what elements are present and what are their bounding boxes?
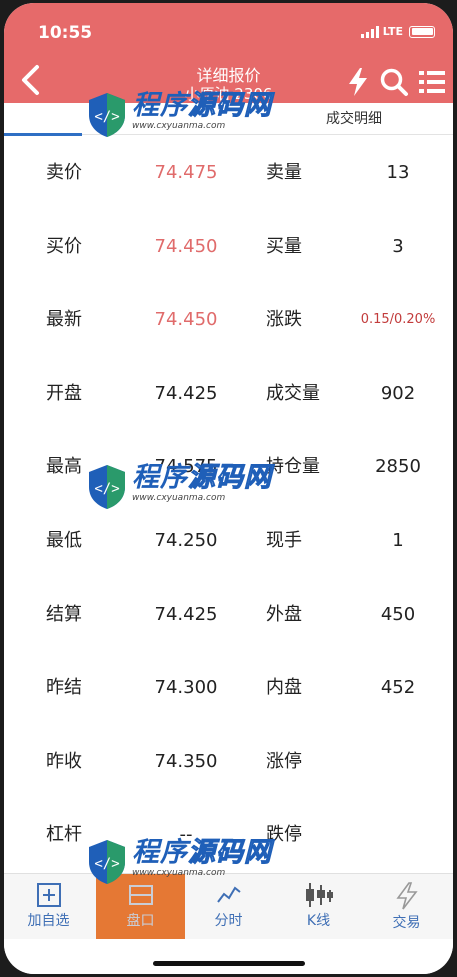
tab-add-watchlist[interactable]: 加自选 <box>4 874 93 940</box>
battery-icon <box>409 25 435 38</box>
quote-label: 成交量 <box>266 382 320 404</box>
tab-label: 加自选 <box>27 913 70 929</box>
quote-label: 外盘 <box>266 603 302 625</box>
quote-label: 涨停 <box>266 750 302 772</box>
quote-value: 2850 <box>375 456 421 478</box>
quote-value: 0.15/0.20% <box>360 312 436 328</box>
quote-value: 74.300 <box>154 677 218 699</box>
tab-trade-details[interactable]: 成交明细 <box>264 103 444 135</box>
network-label: LTE <box>382 25 403 38</box>
quote-value: 74.450 <box>154 235 218 257</box>
quote-row: 卖价 74.475 卖量 13 <box>4 136 453 210</box>
quote-value: 902 <box>380 382 416 404</box>
quote-label: 内盘 <box>266 677 302 699</box>
menu-icon[interactable] <box>418 67 446 97</box>
tab-orderbook[interactable]: 盘口 <box>96 874 185 940</box>
quote-row: 昨结 74.300 内盘 452 <box>4 651 453 725</box>
quote-row: 杠杆 -- 跌停 <box>4 798 453 872</box>
phone-screen: 10:55 LTE 详细报价 小原油 2306 成交明细 卖价 74.475 卖… <box>4 3 453 974</box>
quote-value: 74.450 <box>154 309 218 331</box>
quote-row: 结算 74.425 外盘 450 <box>4 578 453 652</box>
quote-value: 13 <box>386 162 410 183</box>
quote-label: 买量 <box>266 235 302 257</box>
quote-row: 昨收 74.350 涨停 <box>4 725 453 799</box>
home-area <box>4 939 453 974</box>
quote-label: 买价 <box>46 235 82 257</box>
quote-value <box>348 725 448 799</box>
quote-grid: 卖价 74.475 卖量 13 买价 74.450 买量 3 最新 74.450… <box>4 136 453 872</box>
quote-label: 跌停 <box>266 824 302 846</box>
quote-label: 结算 <box>46 603 82 625</box>
quote-row: 最低 74.250 现手 1 <box>4 504 453 578</box>
quote-label: 卖价 <box>46 162 82 183</box>
quote-row: 买价 74.450 买量 3 <box>4 210 453 284</box>
quote-label: 最新 <box>46 309 82 331</box>
quote-label: 最高 <box>46 456 82 478</box>
quote-label: 现手 <box>266 529 302 551</box>
quote-label: 持仓量 <box>266 456 320 478</box>
detail-tabs: 成交明细 <box>4 103 453 136</box>
quote-value <box>348 798 448 872</box>
tab-timeshare[interactable]: 分时 <box>184 874 273 940</box>
quote-label: 最低 <box>46 529 82 551</box>
bottom-tab-bar: 加自选 盘口 分时 K线 交易 <box>4 873 453 940</box>
header-bar: 10:55 LTE 详细报价 小原油 2306 <box>4 3 453 103</box>
status-time: 10:55 <box>38 23 93 43</box>
home-indicator[interactable] <box>153 961 305 966</box>
signal-icon <box>360 25 379 38</box>
tab-label: 交易 <box>392 915 421 931</box>
quote-value: 74.350 <box>154 750 218 772</box>
quote-value: -- <box>179 824 193 846</box>
quote-value: 1 <box>392 529 404 551</box>
lightning-icon <box>395 882 418 910</box>
tab-quote[interactable] <box>4 103 228 136</box>
quote-value: 74.250 <box>154 529 218 551</box>
quote-label: 杠杆 <box>46 824 82 846</box>
tab-trade[interactable]: 交易 <box>362 874 451 940</box>
quote-value: 452 <box>380 677 416 699</box>
quote-value: 74.425 <box>154 382 218 404</box>
search-icon[interactable] <box>379 67 409 97</box>
quote-value: 74.475 <box>154 162 218 183</box>
quote-value: 74.425 <box>154 603 218 625</box>
quote-value: 3 <box>392 235 404 257</box>
quote-label: 卖量 <box>266 162 302 183</box>
orderbook-icon <box>128 885 153 905</box>
quote-row: 最新 74.450 涨跌 0.15/0.20% <box>4 283 453 357</box>
quote-label: 涨跌 <box>266 309 302 331</box>
quote-value: 74.575 <box>154 456 218 478</box>
tab-label: 盘口 <box>126 913 155 929</box>
quote-row: 最高 74.575 持仓量 2850 <box>4 430 453 504</box>
tab-label: K线 <box>306 913 331 929</box>
status-indicators: LTE <box>360 25 435 38</box>
quote-label: 昨收 <box>46 750 82 772</box>
quote-row: 开盘 74.425 成交量 902 <box>4 357 453 431</box>
tab-label: 分时 <box>214 913 243 929</box>
timeshare-icon <box>216 886 241 903</box>
flash-order-icon[interactable] <box>347 67 369 97</box>
add-watchlist-icon <box>36 883 61 907</box>
quote-label: 开盘 <box>46 382 82 404</box>
tab-kline[interactable]: K线 <box>274 874 363 940</box>
candlestick-icon <box>305 883 333 907</box>
quote-label: 昨结 <box>46 677 82 699</box>
quote-value: 450 <box>380 603 416 625</box>
